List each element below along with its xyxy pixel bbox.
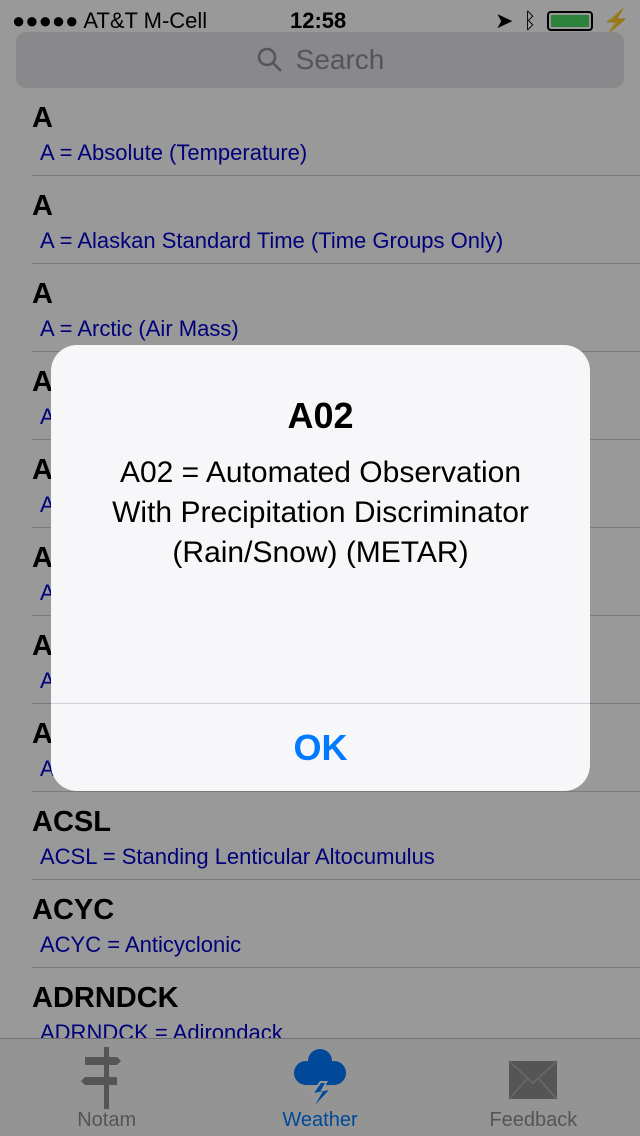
- alert-dialog: A02 A02 = Automated Observation With Pre…: [51, 345, 590, 791]
- alert-title: A02: [287, 395, 354, 436]
- alert-message: A02 = Automated Observation With Precipi…: [112, 456, 529, 569]
- ok-button[interactable]: OK: [51, 703, 590, 791]
